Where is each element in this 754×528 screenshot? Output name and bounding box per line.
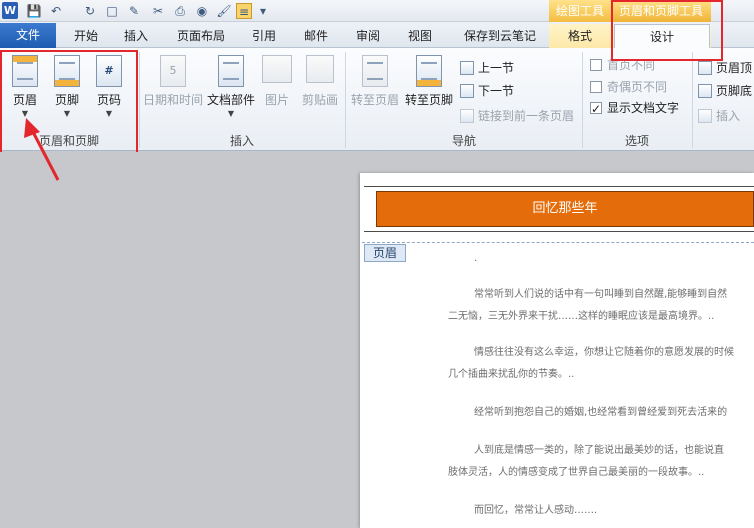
document-parts-icon xyxy=(218,55,244,87)
clip-art-icon xyxy=(306,55,334,83)
tab-save-to-cloud[interactable]: 保存到云笔记 xyxy=(452,25,548,47)
alignment-tab-icon xyxy=(698,109,712,123)
goto-footer-icon xyxy=(416,55,442,87)
highlight-design-tab xyxy=(611,0,723,61)
different-odd-even-checkbox[interactable]: 奇偶页不同 xyxy=(590,78,667,96)
document-paragraph[interactable]: 而回忆，常常让人感动……. xyxy=(474,500,754,522)
goto-footer-button[interactable]: 转至页脚 xyxy=(404,55,454,108)
tab-view[interactable]: 视图 xyxy=(400,25,440,47)
document-paragraph[interactable]: 二无恼，三无外界来干扰……这样的睡眠应该是最高境界。.. xyxy=(448,306,754,328)
group-separator xyxy=(139,52,140,148)
edit-icon[interactable]: ✎ xyxy=(126,3,142,19)
group-label-navigation: 导航 xyxy=(451,134,476,148)
header-boundary-line xyxy=(362,242,754,243)
quick-print-icon[interactable]: ◉ xyxy=(194,3,210,19)
show-document-text-checkbox[interactable]: 显示文档文字 xyxy=(590,99,679,118)
goto-header-button[interactable]: 转至页眉 xyxy=(350,55,400,108)
align-icon[interactable]: ≡ xyxy=(236,3,252,19)
picture-icon xyxy=(262,55,292,83)
tab-page-layout[interactable]: 页面布局 xyxy=(168,25,234,47)
goto-header-icon xyxy=(362,55,388,87)
tab-mailings[interactable]: 邮件 xyxy=(296,25,336,47)
header-from-top-button[interactable]: 页眉顶 xyxy=(698,59,752,77)
link-icon xyxy=(460,109,474,123)
picture-button[interactable]: 图片 xyxy=(260,55,294,108)
group-separator xyxy=(345,52,346,148)
next-section-button[interactable]: 下一节 xyxy=(460,82,514,100)
link-to-previous-button[interactable]: 链接到前一条页眉 xyxy=(460,107,574,125)
date-time-button[interactable]: 5 日期和时间 xyxy=(142,55,204,108)
dropdown-arrow-icon: ▼ xyxy=(227,109,235,118)
clip-art-button[interactable]: 剪贴画 xyxy=(300,55,340,108)
document-paragraph[interactable]: 常常听到人们说的话中有一句叫睡到自然醒,能够睡到自然 xyxy=(474,284,754,306)
next-section-icon xyxy=(460,84,474,98)
document-paragraph[interactable]: 几个插曲来扰乱你的节奏。.. xyxy=(448,364,754,386)
header-title-bar[interactable]: 回忆那些年 xyxy=(376,191,754,227)
redo-icon[interactable]: ↻ xyxy=(82,3,98,19)
document-paragraph[interactable]: 肢体灵活，人的情感变成了世界自己最美丽的一段故事。.. xyxy=(448,462,754,484)
document-paragraph[interactable]: 情感往往没有这么幸运，你想让它随着你的意愿发展的时候 xyxy=(474,342,754,364)
document-paragraph[interactable]: 人到底是情感一类的，除了能说出最美妙的话，也能说直 xyxy=(474,440,754,462)
group-separator xyxy=(692,52,693,148)
cut-icon[interactable]: ✂ xyxy=(150,3,166,19)
save-icon[interactable]: 💾 xyxy=(26,3,42,19)
tab-insert[interactable]: 插入 xyxy=(116,25,156,47)
document-paragraph[interactable]: 经常听到抱怨自己的婚姻,也经常看到曾经爱到死去活来的 xyxy=(474,402,754,424)
footer-position-icon xyxy=(698,84,712,98)
word-logo-icon[interactable]: W xyxy=(2,2,18,19)
calendar-icon: 5 xyxy=(160,55,186,87)
insert-alignment-tab-button[interactable]: 插入 xyxy=(698,107,740,125)
paint-icon[interactable]: 🖌 xyxy=(216,3,232,19)
group-label-insert: 插入 xyxy=(229,134,254,148)
customize-toolbar-icon[interactable]: ▾ xyxy=(258,3,268,19)
group-label-options: 选项 xyxy=(624,134,649,148)
header-position-icon xyxy=(698,61,712,75)
tab-file[interactable]: 文件 xyxy=(0,23,56,48)
tab-format[interactable]: 格式 xyxy=(560,25,600,47)
document-parts-button[interactable]: 文档部件 ▼ xyxy=(206,55,256,118)
tab-references[interactable]: 引用 xyxy=(244,25,284,47)
previous-section-button[interactable]: 上一节 xyxy=(460,59,514,77)
previous-section-icon xyxy=(460,61,474,75)
highlight-header-footer-group xyxy=(0,50,138,154)
new-document-icon[interactable]: □ xyxy=(104,3,120,19)
drawing-tools-context: 绘图工具 xyxy=(549,0,611,24)
document-paragraph[interactable]: . xyxy=(474,248,754,270)
tab-home[interactable]: 开始 xyxy=(66,25,106,47)
header-tag: 页眉 xyxy=(364,244,406,262)
group-separator xyxy=(582,52,583,148)
tab-review[interactable]: 审阅 xyxy=(348,25,388,47)
footer-from-bottom-button[interactable]: 页脚底 xyxy=(698,82,752,100)
undo-icon[interactable]: ↶ xyxy=(48,3,64,19)
print-preview-icon[interactable]: ⎙ xyxy=(172,3,188,19)
